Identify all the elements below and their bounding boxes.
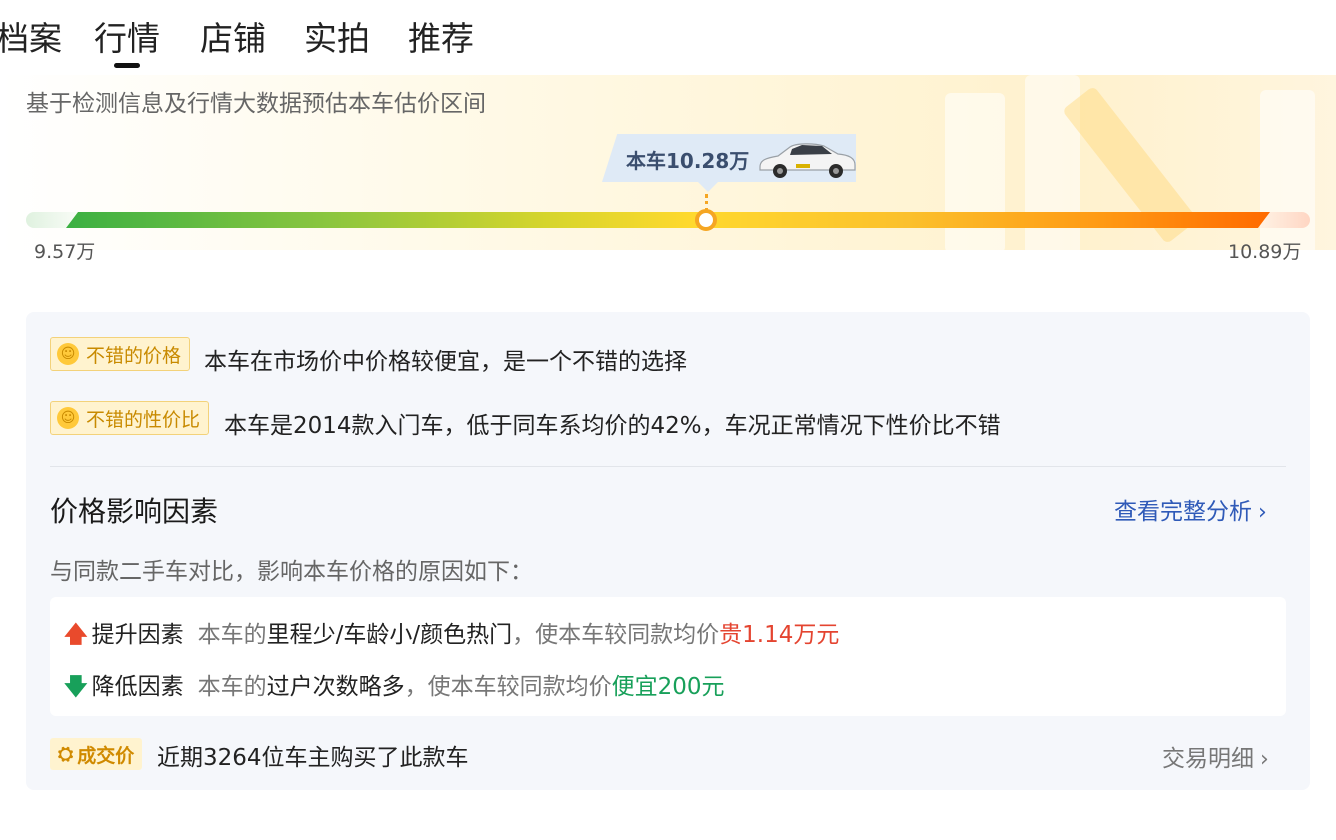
factor-label: 提升因素 <box>91 622 184 648</box>
full-analysis-link[interactable]: 查看完整分析 › <box>1114 492 1267 526</box>
price-range-bar <box>66 212 1270 228</box>
factor-prefix: 本车的 <box>197 622 267 648</box>
chevron-right-icon: › <box>1258 500 1267 525</box>
decor-bar <box>1260 90 1315 255</box>
trade-detail-link[interactable]: 交易明细 › <box>1162 739 1269 773</box>
factor-prefix: 本车的 <box>197 674 267 700</box>
car-icon <box>759 143 856 178</box>
trade-detail-label: 交易明细 <box>1162 746 1254 772</box>
decor-bar <box>945 93 1005 253</box>
badge-label: 不错的价格 <box>86 344 182 367</box>
factor-mid: ，使本车较同款均价 <box>512 622 720 648</box>
factor-mid: ，使本车较同款均价 <box>404 674 612 700</box>
tab-photos[interactable]: 实拍 <box>304 12 370 60</box>
factor-list: 🡅 提升因素 本车的里程少/车龄小/颜色热门，使本车较同款均价贵1.14万元 🡇 降低… <box>50 597 1286 716</box>
factor-effect: 便宜200元 <box>611 674 725 700</box>
badge-label: 不错的性价比 <box>86 408 201 431</box>
analysis-card <box>26 312 1310 790</box>
arrow-up-icon: 🡅 <box>64 622 88 648</box>
good-price-badge: ☺ 不错的价格 <box>50 337 191 371</box>
current-price-marker <box>695 209 717 231</box>
deal-icon: ⛭ <box>58 743 74 765</box>
tab-recommend[interactable]: 推荐 <box>408 12 474 60</box>
full-analysis-label: 查看完整分析 <box>1114 499 1252 525</box>
factor-row-up: 🡅 提升因素 本车的里程少/车龄小/颜色热门，使本车较同款均价贵1.14万元 <box>64 615 839 657</box>
factor-items: 里程少/车龄小/颜色热门 <box>266 622 513 648</box>
deal-summary-text: 近期3264位车主购买了此款车 <box>157 745 469 771</box>
factor-label: 降低因素 <box>91 674 184 700</box>
good-value-badge: ☺ 不错的性价比 <box>50 401 210 435</box>
divider <box>50 466 1286 467</box>
factors-description: 与同款二手车对比，影响本车价格的原因如下： <box>50 559 533 585</box>
deal-badge-label: 成交价 <box>77 744 135 767</box>
price-band-subtitle: 基于检测信息及行情大数据预估本车估价区间 <box>26 91 486 117</box>
tab-market[interactable]: 行情 <box>94 12 160 60</box>
smile-icon: ☺ <box>57 407 79 429</box>
factor-effect: 贵1.14万元 <box>719 622 840 648</box>
max-price-label: 10.89万 <box>1228 241 1302 263</box>
arrow-down-icon: 🡇 <box>64 674 88 700</box>
bubble-tail <box>697 181 719 192</box>
good-value-text: 本车是2014款入门车，低于同车系均价的42%，车况正常情况下性价比不错 <box>224 413 1001 439</box>
good-price-text: 本车在市场价中价格较便宜，是一个不错的选择 <box>204 349 687 375</box>
chevron-right-icon: › <box>1260 747 1269 772</box>
factor-row-down: 🡇 降低因素 本车的过户次数略多，使本车较同款均价便宜200元 <box>64 667 725 709</box>
factors-title: 价格影响因素 <box>50 495 219 528</box>
tab-archive[interactable]: 档案 <box>0 12 62 60</box>
factor-items: 过户次数略多 <box>266 674 405 700</box>
smile-icon: ☺ <box>57 343 79 365</box>
tab-bar: 档案 行情 店铺 实拍 推荐 <box>0 0 1336 70</box>
tab-store[interactable]: 店铺 <box>200 12 266 60</box>
deal-price-badge: ⛭ 成交价 <box>50 738 143 770</box>
min-price-label: 9.57万 <box>34 241 96 263</box>
current-price-label: 本车10.28万 <box>626 149 750 173</box>
